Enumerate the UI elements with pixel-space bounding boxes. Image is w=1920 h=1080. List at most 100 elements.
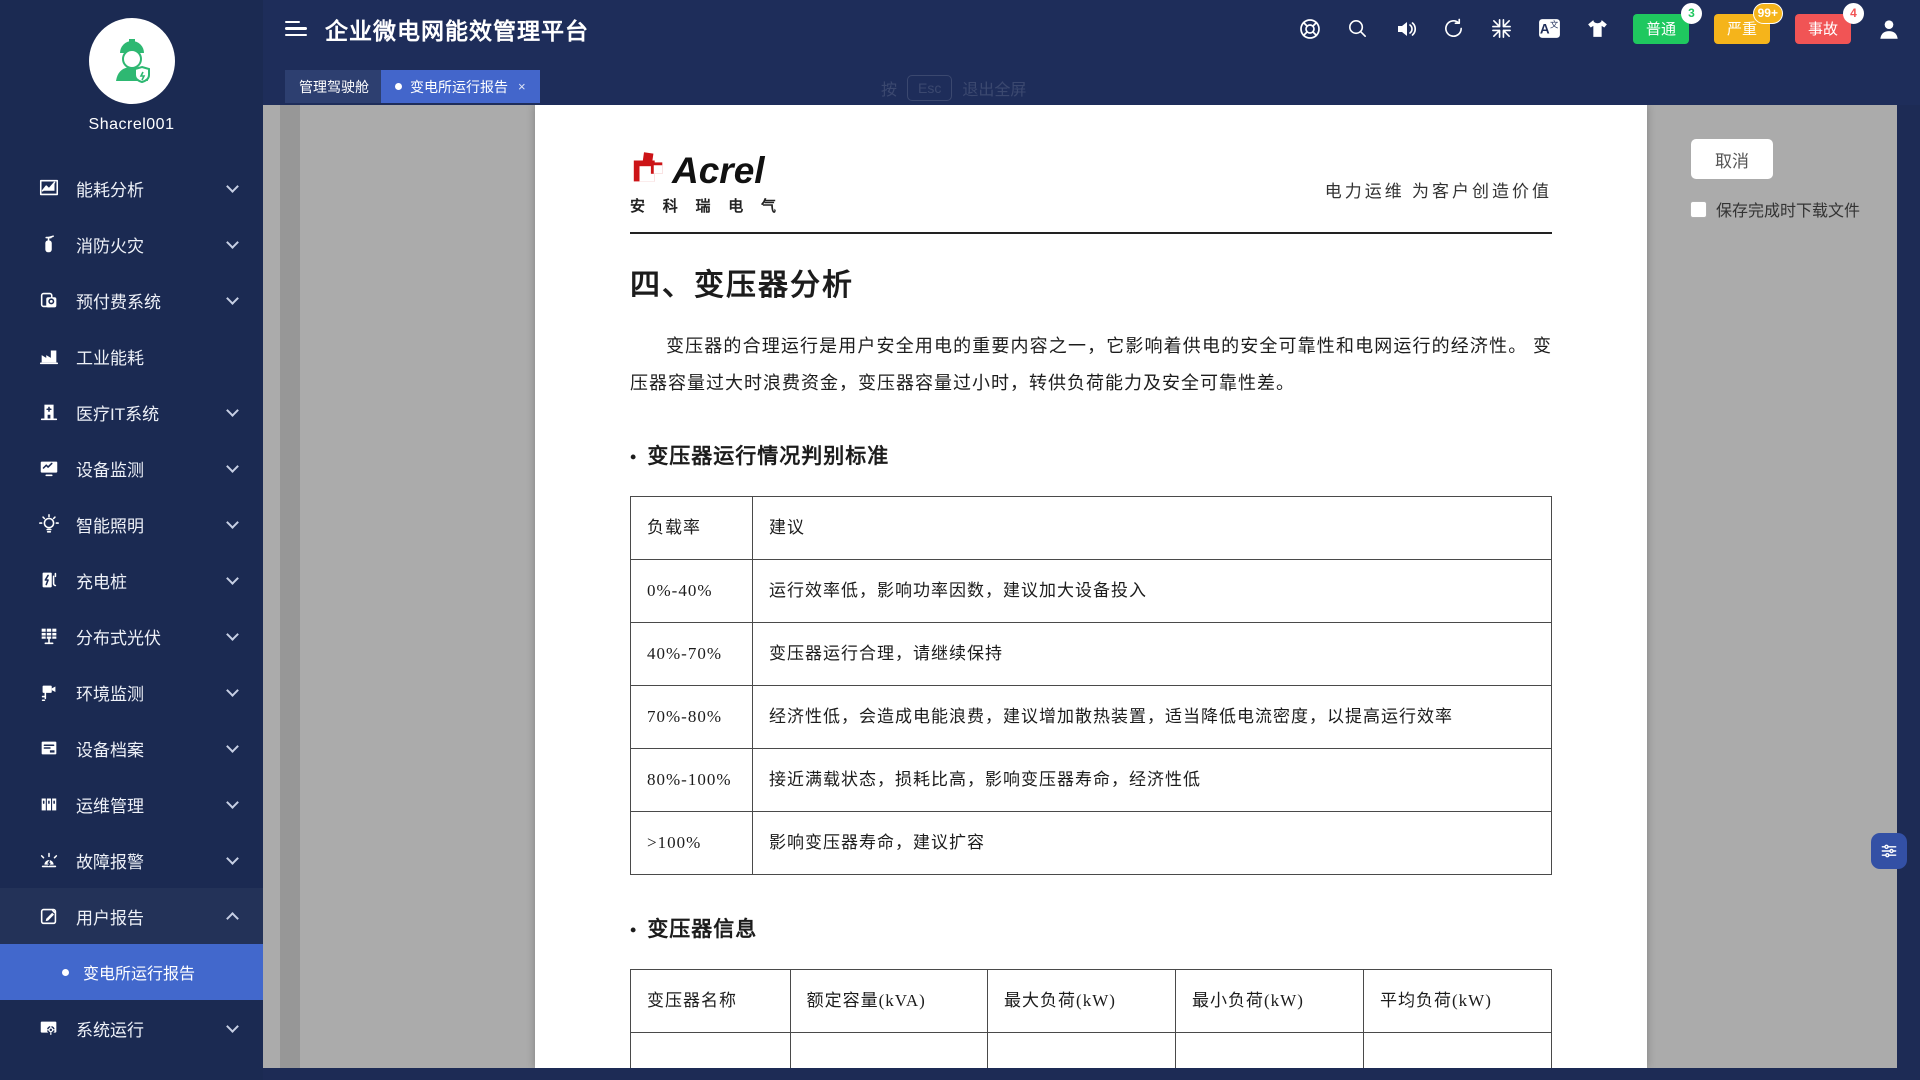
collapse-menu-icon[interactable] — [285, 17, 307, 41]
avatar[interactable] — [89, 18, 175, 104]
cell-load-rate: 80%-100% — [631, 749, 753, 812]
alarm-normal-count: 3 — [1681, 3, 1702, 24]
compress-icon[interactable] — [1489, 16, 1515, 42]
company-slogan: 电力运维 为客户创造价值 — [1325, 177, 1552, 216]
sidebar-item-fire-safety[interactable]: 消防火灾 — [0, 216, 263, 272]
svg-text:文: 文 — [1550, 19, 1559, 29]
download-option[interactable]: 保存完成时下载文件 — [1690, 197, 1860, 221]
col-header: 变压器名称 — [631, 970, 791, 1033]
sidebar-item-industrial-energy[interactable]: 工业能耗 — [0, 328, 263, 384]
report-edit-icon — [38, 905, 60, 927]
col-header: 负载率 — [631, 497, 753, 560]
sidebar-item-label: 设备档案 — [76, 736, 228, 761]
bullet-icon: • — [630, 447, 637, 467]
alarm-siren-icon — [38, 849, 60, 871]
alarm-accident-count: 4 — [1843, 3, 1864, 24]
header: 企业微电网能效管理平台 A文 普通 3 严重 99+ — [263, 0, 1920, 57]
sidebar-item-system-operation[interactable]: 系统运行 — [0, 1000, 263, 1056]
sound-icon[interactable] — [1393, 16, 1419, 42]
toast-text: 退出全屏 — [962, 76, 1026, 100]
energy-chart-icon — [38, 177, 60, 199]
tab-label: 变电所运行报告 — [410, 77, 508, 97]
chevron-up-icon — [226, 912, 239, 925]
cell-advice: 变压器运行合理，请继续保持 — [753, 623, 1552, 686]
bullet-icon: • — [630, 920, 637, 940]
sidebar-item-device-archive[interactable]: 设备档案 — [0, 720, 263, 776]
sidebar-item-operation-management[interactable]: 运维管理 — [0, 776, 263, 832]
report-header: Acrel 安 科 瑞 电 气 电力运维 为客户创造价值 — [630, 151, 1552, 216]
table-row: 70%-80% 经济性低，会造成电能浪费，建议增加散热装置，适当降低电流密度，以… — [631, 686, 1552, 749]
user-profile-icon[interactable] — [1876, 16, 1902, 42]
solar-panel-icon — [38, 625, 60, 647]
report-page: Acrel 安 科 瑞 电 气 电力运维 为客户创造价值 四、变压器分析 变压器… — [535, 105, 1647, 1068]
chevron-down-icon — [226, 292, 239, 305]
cell-advice: 影响变压器寿命，建议扩容 — [753, 812, 1552, 875]
table-row: 0%-40% 运行效率低，影响功率因数，建议加大设备投入 — [631, 560, 1552, 623]
chevron-down-icon — [226, 1020, 239, 1033]
sidebar-item-charging-pile[interactable]: 充电桩 — [0, 552, 263, 608]
table-row: >100% 影响变压器寿命，建议扩容 — [631, 812, 1552, 875]
tab-close-icon[interactable]: × — [518, 79, 526, 94]
col-header: 额定容量(kVA) — [790, 970, 987, 1033]
content-area: Acrel 安 科 瑞 电 气 电力运维 为客户创造价值 四、变压器分析 变压器… — [263, 105, 1920, 1080]
bullet-dot-icon — [62, 969, 69, 976]
download-checkbox[interactable] — [1690, 201, 1707, 218]
translate-icon[interactable]: A文 — [1537, 16, 1563, 42]
criteria-table: 负载率 建议 0%-40% 运行效率低，影响功率因数，建议加大设备投入 40%-… — [630, 496, 1552, 875]
sidebar: Shacrel001 能耗分析 消防火灾 预付费系统 工业能耗 医疗IT系统 — [0, 0, 263, 1080]
sidebar-item-medical-it[interactable]: 医疗IT系统 — [0, 384, 263, 440]
chevron-down-icon — [226, 404, 239, 417]
hospital-icon — [38, 401, 60, 423]
cell-advice: 接近满载状态，损耗比高，影响变压器寿命，经济性低 — [753, 749, 1552, 812]
cell-load-rate: 0%-40% — [631, 560, 753, 623]
cell-advice: 运行效率低，影响功率因数，建议加大设备投入 — [753, 560, 1552, 623]
refresh-icon[interactable] — [1441, 16, 1467, 42]
tab-substation-report[interactable]: 变电所运行报告 × — [381, 70, 540, 103]
sidebar-item-label: 预付费系统 — [76, 288, 228, 313]
industry-icon — [38, 345, 60, 367]
table-header-row: 变压器名称 额定容量(kVA) 最大负荷(kW) 最小负荷(kW) 平均负荷(k… — [631, 970, 1552, 1033]
sidebar-item-substation-report[interactable]: 变电所运行报告 — [0, 944, 263, 1000]
col-header: 最大负荷(kW) — [988, 970, 1176, 1033]
sidebar-item-smart-lighting[interactable]: 智能照明 — [0, 496, 263, 552]
col-header: 平均负荷(kW) — [1363, 970, 1551, 1033]
cell-load-rate: 70%-80% — [631, 686, 753, 749]
alarm-severe-button[interactable]: 严重 99+ — [1714, 14, 1770, 44]
col-header: 建议 — [753, 497, 1552, 560]
page-scrollbar[interactable] — [280, 105, 300, 1068]
sidebar-item-environment-monitoring[interactable]: 环境监测 — [0, 664, 263, 720]
chevron-down-icon — [226, 180, 239, 193]
svg-text:A: A — [1540, 22, 1550, 37]
cell-load-rate: 40%-70% — [631, 623, 753, 686]
chevron-down-icon — [226, 628, 239, 641]
chevron-down-icon — [226, 796, 239, 809]
acrel-logo-text: Acrel — [672, 152, 765, 189]
search-icon[interactable] — [1345, 16, 1371, 42]
report-heading: 四、变压器分析 — [630, 260, 1552, 304]
theme-tshirt-icon[interactable] — [1585, 16, 1611, 42]
cell-load-rate: >100% — [631, 812, 753, 875]
sidebar-item-label: 用户报告 — [76, 904, 228, 929]
sidebar-item-user-report[interactable]: 用户报告 — [0, 888, 263, 944]
alarm-severe-count: 99+ — [1753, 3, 1783, 24]
monitor-icon — [38, 457, 60, 479]
acrel-logo-icon — [630, 151, 668, 189]
archive-icon — [38, 737, 60, 759]
tab-dashboard[interactable]: 管理驾驶舱 — [285, 70, 383, 103]
alarm-accident-button[interactable]: 事故 4 — [1795, 14, 1851, 44]
alarm-normal-button[interactable]: 普通 3 — [1633, 14, 1689, 44]
alarm-accident-label: 事故 — [1808, 18, 1838, 39]
section-criteria-title: •变压器运行情况判别标准 — [630, 440, 1552, 470]
sidebar-item-fault-alarm[interactable]: 故障报警 — [0, 832, 263, 888]
sidebar-item-distributed-pv[interactable]: 分布式光伏 — [0, 608, 263, 664]
settings-fab[interactable] — [1871, 833, 1907, 869]
cancel-button[interactable]: 取消 — [1691, 139, 1773, 179]
sidebar-item-energy-analysis[interactable]: 能耗分析 — [0, 160, 263, 216]
binders-icon — [38, 793, 60, 815]
sidebar-item-device-monitoring[interactable]: 设备监测 — [0, 440, 263, 496]
tab-bar: 管理驾驶舱 变电所运行报告 × 按 Esc 退出全屏 — [263, 57, 1920, 105]
sidebar-item-prepaid-system[interactable]: 预付费系统 — [0, 272, 263, 328]
right-edge-strip — [1897, 105, 1920, 1080]
sidebar-item-label: 分布式光伏 — [76, 624, 228, 649]
help-lifebuoy-icon[interactable] — [1297, 16, 1323, 42]
